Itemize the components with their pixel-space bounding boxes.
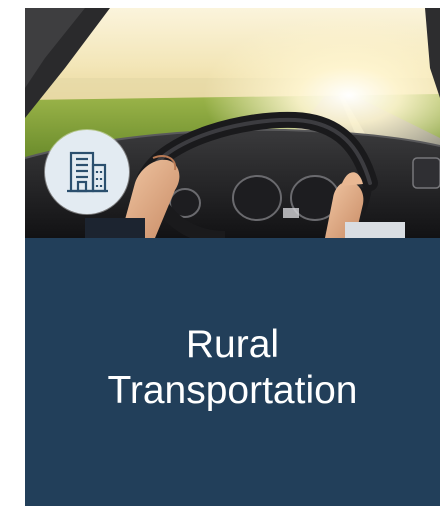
card-title-line-2: Transportation: [107, 369, 358, 412]
office-building-icon: [67, 151, 108, 193]
card-title-line-1: Rural: [185, 323, 280, 366]
rural-transportation-card[interactable]: Rural Transportation: [25, 8, 440, 506]
title-panel: Rural Transportation: [25, 238, 440, 506]
card-title: Rural Transportation: [107, 322, 357, 414]
office-building-icon-badge: [45, 130, 129, 214]
